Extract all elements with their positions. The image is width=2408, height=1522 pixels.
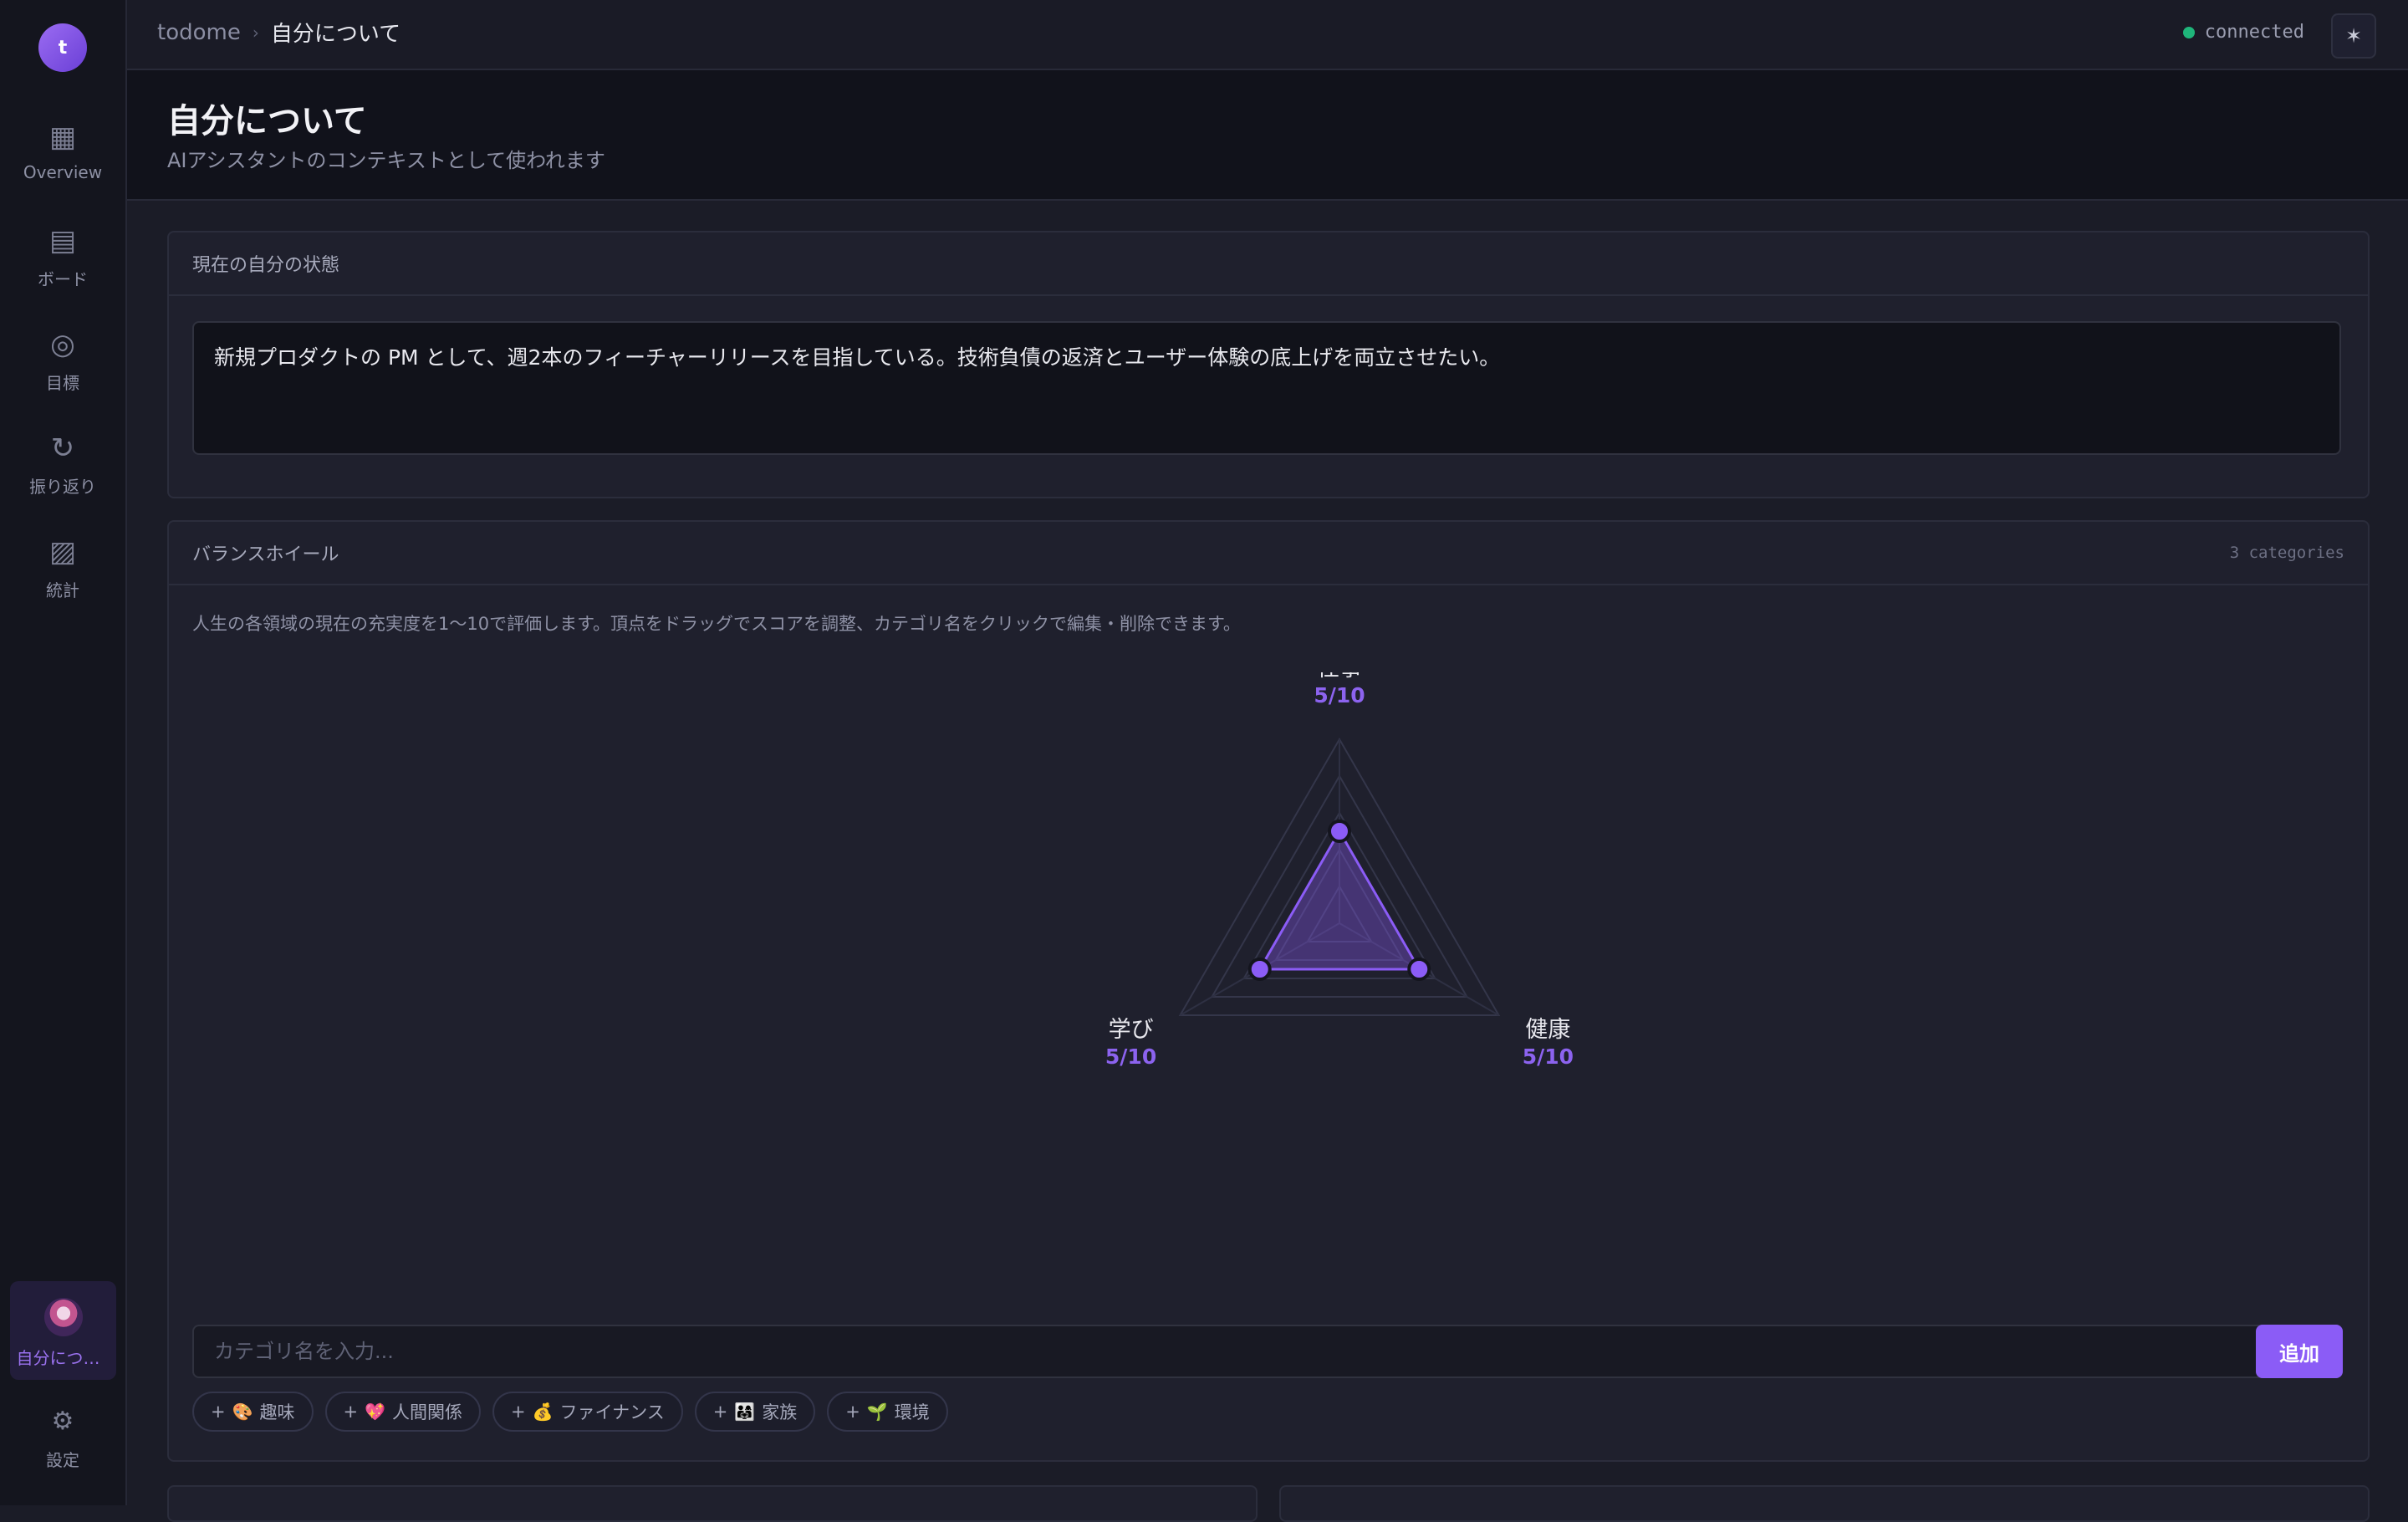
top-bar: todome › 自分について connected ✶ (127, 0, 2408, 70)
status-text: connected (2204, 22, 2304, 43)
sidebar-item-about-me[interactable]: 自分につい... (10, 1281, 116, 1380)
sidebar-item-label: 設定 (46, 1450, 79, 1470)
connection-status: connected (2182, 22, 2304, 43)
sidebar-item-label: Overview (23, 162, 103, 182)
sidebar-item-settings[interactable]: ⚙ 設定 (0, 1402, 125, 1494)
money-bag-icon: 💰 (532, 1402, 554, 1422)
breadcrumb-separator: › (252, 22, 259, 43)
plus-icon: + (845, 1402, 860, 1422)
heart-icon: 💖 (365, 1402, 386, 1422)
category-score-label: 5/10 (1105, 1044, 1156, 1069)
plus-icon: + (211, 1402, 226, 1422)
sidebar-item-label: 振り返り (29, 477, 96, 497)
board-icon: ▤ (48, 224, 77, 258)
card-title: バランスホイール (192, 544, 339, 565)
family-icon: 👨‍👩‍👧 (734, 1402, 756, 1422)
category-name-label[interactable]: 学び (1109, 1017, 1154, 1043)
score-polygon (1258, 828, 1421, 971)
category-name-label[interactable]: 健康 (1525, 1017, 1570, 1043)
balance-wheel-card: バランスホイール 3 categories 人生の各領域の現在の充実度を1〜10… (167, 520, 2370, 1462)
score-handle[interactable] (1407, 958, 1431, 981)
suggestion-chip-relationships[interactable]: + 💖 人間関係 (324, 1392, 482, 1432)
palette-icon: 🎨 (232, 1402, 253, 1422)
gear-icon: ⚙ (51, 1407, 74, 1436)
sidebar-item-goals[interactable]: ◎ 目標 (0, 324, 125, 416)
suggestion-chips: + 🎨 趣味 + 💖 人間関係 + 💰 ファイナンス + 👨‍👩‍👧 家族 + … (192, 1392, 948, 1432)
chip-label: 家族 (762, 1402, 798, 1422)
card-title: 現在の自分の状態 (192, 255, 340, 276)
sidebar: t ▦ Overview ▤ ボード ◎ 目標 ↻ 振り返り ▨ 統計 自分につ… (0, 0, 127, 1505)
category-score-label: 5/10 (1314, 683, 1365, 707)
chip-label: 趣味 (259, 1402, 295, 1422)
category-score-label: 5/10 (1523, 1044, 1574, 1069)
sidebar-item-overview[interactable]: ▦ Overview (0, 117, 125, 209)
sidebar-item-label: 目標 (46, 373, 79, 393)
breadcrumb-current: 自分について (270, 22, 401, 47)
breadcrumb-root[interactable]: todome (157, 20, 241, 45)
suggestion-chip-finance[interactable]: + 💰 ファイナンス (492, 1392, 683, 1432)
category-name-input[interactable] (192, 1325, 2268, 1378)
stats-icon: ▨ (48, 535, 77, 569)
chip-label: ファイナンス (559, 1402, 665, 1422)
sidebar-item-label: 統計 (46, 580, 79, 600)
sparkle-icon: ✶ (2344, 24, 2363, 48)
chip-label: 人間関係 (392, 1402, 463, 1422)
plus-icon: + (343, 1402, 359, 1422)
add-category-button[interactable]: 追加 (2256, 1325, 2343, 1378)
breadcrumb: todome › 自分について (157, 17, 400, 48)
user-avatar (43, 1298, 83, 1336)
category-count: 3 categories (2229, 544, 2344, 562)
plus-icon: + (712, 1402, 728, 1422)
suggestion-chip-family[interactable]: + 👨‍👩‍👧 家族 (694, 1392, 816, 1432)
score-handle[interactable] (1247, 958, 1272, 981)
suggestion-chip-hobby[interactable]: + 🎨 趣味 (192, 1392, 314, 1432)
bottom-card-left (167, 1485, 1258, 1522)
card-header: 現在の自分の状態 (169, 232, 2368, 296)
refresh-icon: ↻ (50, 432, 75, 465)
target-icon: ◎ (50, 328, 75, 361)
app-avatar[interactable]: t (38, 23, 87, 72)
sidebar-item-label: 自分につい... (16, 1348, 110, 1368)
current-state-textarea[interactable]: 新規プロダクトの PM として、週2本のフィーチャーリリースを目指している。技術… (192, 321, 2341, 455)
current-state-card: 現在の自分の状態 新規プロダクトの PM として、週2本のフィーチャーリリースを… (167, 231, 2370, 498)
wheel-description: 人生の各領域の現在の充実度を1〜10で評価します。頂点をドラッグでスコアを調整、… (192, 614, 1241, 634)
page-title: 自分について (167, 101, 367, 140)
plus-icon: + (511, 1402, 526, 1422)
score-handle[interactable] (1328, 820, 1351, 843)
page-header: 自分について AIアシスタントのコンテキストとして使われます (127, 70, 2408, 201)
status-dot-icon (2182, 26, 2195, 38)
chip-label: 環境 (894, 1402, 930, 1422)
overview-icon: ▦ (48, 120, 77, 154)
sidebar-item-label: ボード (38, 269, 88, 289)
seedling-icon: 🌱 (866, 1402, 888, 1422)
page-subtitle: AIアシスタントのコンテキストとして使われます (167, 149, 605, 172)
suggestion-chip-environment[interactable]: + 🌱 環境 (827, 1392, 948, 1432)
sidebar-item-board[interactable]: ▤ ボード (0, 221, 125, 313)
sidebar-item-stats[interactable]: ▨ 統計 (0, 532, 125, 624)
category-name-label[interactable]: 仕事 (1317, 672, 1362, 682)
bottom-card-right (1279, 1485, 2370, 1522)
theme-toggle-button[interactable]: ✶ (2331, 13, 2376, 59)
sidebar-item-review[interactable]: ↻ 振り返り (0, 428, 125, 520)
balance-wheel-radar[interactable]: 仕事5/10健康5/10学び5/10 (1089, 672, 1590, 1174)
card-header: バランスホイール 3 categories (169, 522, 2368, 585)
